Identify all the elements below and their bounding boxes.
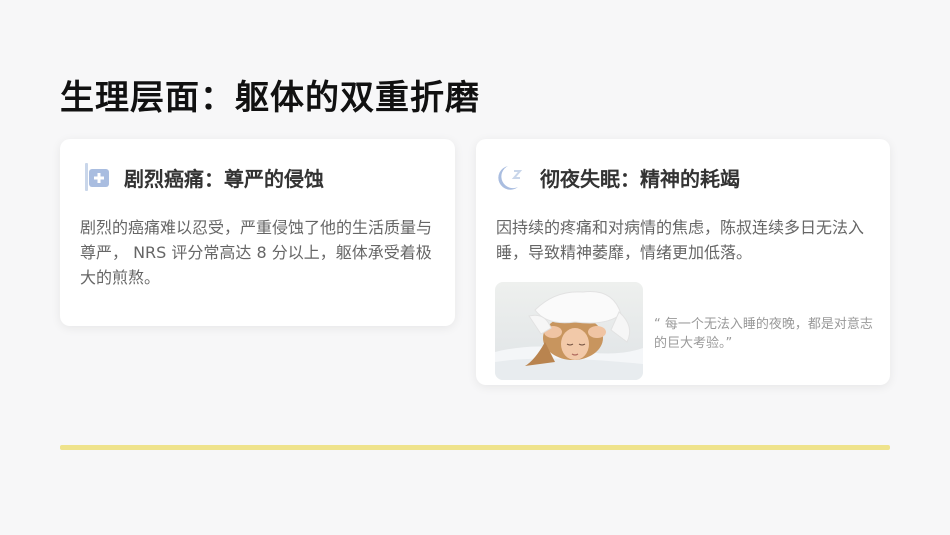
medical-cross-icon	[80, 161, 112, 193]
accent-divider	[60, 445, 890, 450]
insomnia-card-title: 彻夜失眠：精神的耗竭	[540, 166, 740, 191]
sleepless-woman-photo	[495, 282, 643, 380]
insomnia-card-header: 彻夜失眠：精神的耗竭	[496, 159, 740, 195]
pain-card: 剧烈癌痛：尊严的侵蚀 剧烈的癌痛难以忍受，严重侵蚀了他的生活质量与尊严， NRS…	[60, 139, 455, 326]
pain-card-header: 剧烈癌痛：尊严的侵蚀	[80, 159, 324, 195]
pain-card-body: 剧烈的癌痛难以忍受，严重侵蚀了他的生活质量与尊严， NRS 评分常高达 8 分以…	[80, 218, 433, 287]
page-title: 生理层面：躯体的双重折磨	[60, 78, 480, 118]
insomnia-card-body: 因持续的疼痛和对病情的焦虑，陈叔连续多日无法入睡，导致精神萎靡，情绪更加低落。	[496, 218, 865, 262]
insomnia-card: 彻夜失眠：精神的耗竭 因持续的疼痛和对病情的焦虑，陈叔连续多日无法入睡，导致精神…	[476, 139, 890, 385]
pain-card-title: 剧烈癌痛：尊严的侵蚀	[124, 166, 324, 191]
moon-sleep-icon	[496, 161, 528, 193]
insomnia-quote: “ 每一个无法入睡的夜晚，都是对意志的巨大考验。”	[654, 317, 873, 351]
